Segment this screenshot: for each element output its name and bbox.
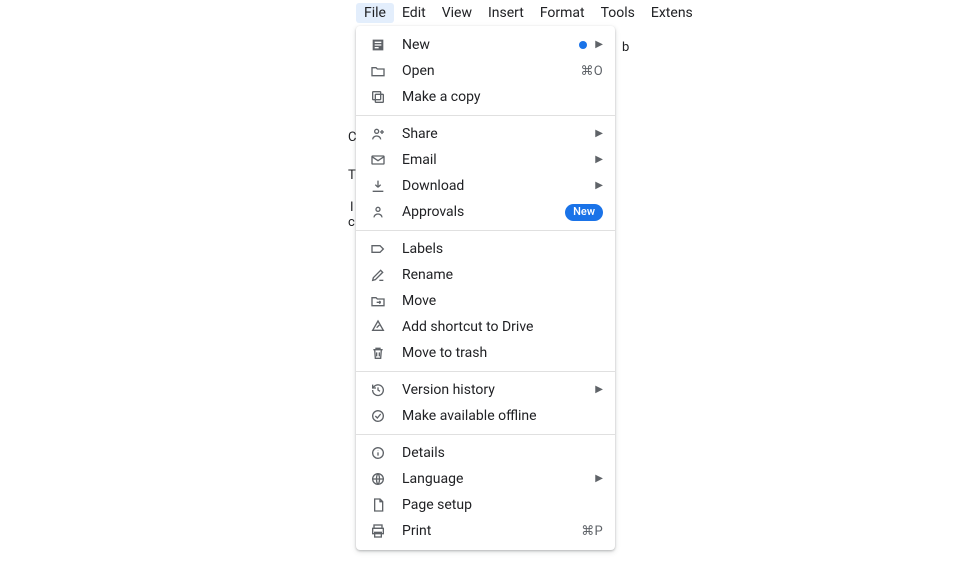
menu-page-setup[interactable]: Page setup — [356, 492, 615, 518]
menu-version-history[interactable]: Version history ▶ — [356, 377, 615, 403]
menu-label: Move to trash — [402, 345, 603, 361]
menu-labels[interactable]: Labels — [356, 236, 615, 262]
menu-approvals[interactable]: Approvals New — [356, 199, 615, 225]
menubar-format[interactable]: Format — [532, 3, 593, 23]
folder-icon — [368, 61, 388, 81]
menu-details[interactable]: Details — [356, 440, 615, 466]
menu-divider — [356, 115, 615, 116]
menubar-extensions[interactable]: Extens — [643, 3, 701, 23]
menu-download[interactable]: Download ▶ — [356, 173, 615, 199]
drive-shortcut-icon — [368, 317, 388, 337]
person-plus-icon — [368, 124, 388, 144]
menu-add-shortcut[interactable]: Add shortcut to Drive — [356, 314, 615, 340]
menu-label: New — [402, 37, 579, 53]
menu-label: Rename — [402, 267, 603, 283]
menu-label: Version history — [402, 382, 595, 398]
menu-offline[interactable]: Make available offline — [356, 403, 615, 429]
menu-language[interactable]: Language ▶ — [356, 466, 615, 492]
menu-share[interactable]: Share ▶ — [356, 121, 615, 147]
menu-open[interactable]: Open ⌘O — [356, 58, 615, 84]
menu-label: Language — [402, 471, 595, 487]
chevron-right-icon: ▶ — [595, 129, 603, 139]
menubar-file[interactable]: File — [356, 3, 394, 23]
menu-print[interactable]: Print ⌘P — [356, 518, 615, 544]
menu-trash[interactable]: Move to trash — [356, 340, 615, 366]
menu-label: Make available offline — [402, 408, 603, 424]
bg-char: c — [348, 215, 355, 230]
offline-icon — [368, 406, 388, 426]
trash-icon — [368, 343, 388, 363]
menubar: File Edit View Insert Format Tools Exten… — [356, 2, 701, 24]
email-icon — [368, 150, 388, 170]
shortcut: ⌘P — [581, 524, 603, 539]
folder-move-icon — [368, 291, 388, 311]
menu-make-copy[interactable]: Make a copy — [356, 84, 615, 110]
menu-label: Page setup — [402, 497, 603, 513]
menu-divider — [356, 434, 615, 435]
page-icon — [368, 495, 388, 515]
menu-email[interactable]: Email ▶ — [356, 147, 615, 173]
menu-divider — [356, 230, 615, 231]
print-icon — [368, 521, 388, 541]
file-menu: New ▶ Open ⌘O Make a copy Share ▶ Email — [356, 26, 615, 550]
menu-label: Labels — [402, 241, 603, 257]
menu-label: Share — [402, 126, 595, 142]
document-icon — [368, 35, 388, 55]
chevron-right-icon: ▶ — [595, 40, 603, 50]
menubar-tools[interactable]: Tools — [593, 3, 643, 23]
info-icon — [368, 443, 388, 463]
menu-divider — [356, 371, 615, 372]
bg-char: T — [348, 168, 356, 183]
menu-label: Details — [402, 445, 603, 461]
menu-new[interactable]: New ▶ — [356, 32, 615, 58]
new-badge: New — [565, 204, 603, 221]
menu-label: Email — [402, 152, 595, 168]
menubar-edit[interactable]: Edit — [394, 3, 434, 23]
person-check-icon — [368, 202, 388, 222]
globe-icon — [368, 469, 388, 489]
copy-icon — [368, 87, 388, 107]
menu-label: Add shortcut to Drive — [402, 319, 603, 335]
pencil-icon — [368, 265, 388, 285]
chevron-right-icon: ▶ — [595, 155, 603, 165]
menubar-insert[interactable]: Insert — [480, 3, 532, 23]
bg-char: b — [622, 40, 629, 55]
menu-label: Move — [402, 293, 603, 309]
menu-label: Print — [402, 523, 581, 539]
chevron-right-icon: ▶ — [595, 474, 603, 484]
chevron-right-icon: ▶ — [595, 385, 603, 395]
menu-move[interactable]: Move — [356, 288, 615, 314]
history-icon — [368, 380, 388, 400]
menu-label: Approvals — [402, 204, 565, 220]
download-icon — [368, 176, 388, 196]
menu-label: Open — [402, 63, 580, 79]
bg-char: I — [350, 200, 354, 215]
menu-rename[interactable]: Rename — [356, 262, 615, 288]
chevron-right-icon: ▶ — [595, 181, 603, 191]
menu-label: Make a copy — [402, 89, 603, 105]
menubar-view[interactable]: View — [434, 3, 480, 23]
label-icon — [368, 239, 388, 259]
shortcut: ⌘O — [580, 64, 603, 79]
blue-dot-icon — [579, 41, 587, 49]
menu-label: Download — [402, 178, 595, 194]
